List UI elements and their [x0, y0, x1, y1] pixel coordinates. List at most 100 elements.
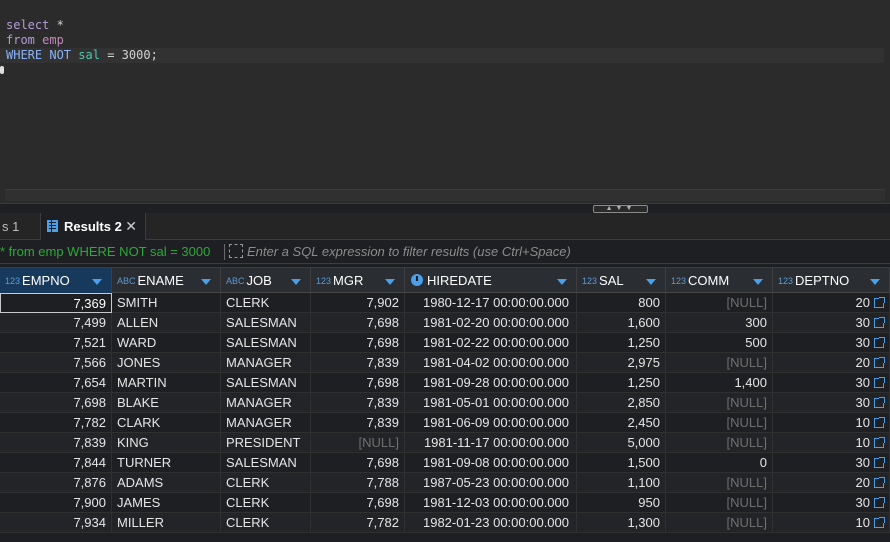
column-header-mgr[interactable]: 123 MGR: [311, 268, 405, 293]
table-cell-comm[interactable]: [NULL]: [666, 353, 773, 373]
table-cell-job[interactable]: CLERK: [221, 473, 311, 493]
table-cell-deptno[interactable]: 20: [773, 293, 890, 313]
table-cell-deptno[interactable]: 10: [773, 413, 890, 433]
table-cell-mgr[interactable]: 7,839: [311, 353, 405, 373]
table-cell-mgr[interactable]: 7,839: [311, 393, 405, 413]
open-reference-icon[interactable]: [874, 457, 885, 468]
sort-dropdown-icon[interactable]: [870, 279, 880, 285]
table-cell-deptno[interactable]: 20: [773, 353, 890, 373]
table-cell-comm[interactable]: [NULL]: [666, 473, 773, 493]
table-cell-hiredate[interactable]: 1981-02-22 00:00:00.000: [405, 333, 577, 353]
table-cell-job[interactable]: CLERK: [221, 513, 311, 533]
table-cell-job[interactable]: PRESIDENT: [221, 433, 311, 453]
open-reference-icon[interactable]: [874, 517, 885, 528]
table-cell-deptno[interactable]: 30: [773, 453, 890, 473]
table-cell-hiredate[interactable]: 1981-09-08 00:00:00.000: [405, 453, 577, 473]
table-cell-hiredate[interactable]: 1982-01-23 00:00:00.000: [405, 513, 577, 533]
filter-history-dropdown[interactable]: * from emp WHERE NOT sal = 3000: [0, 240, 224, 263]
open-reference-icon[interactable]: [874, 497, 885, 508]
table-cell-comm[interactable]: [NULL]: [666, 293, 773, 313]
table-cell-deptno[interactable]: 20: [773, 473, 890, 493]
table-cell-mgr[interactable]: 7,788: [311, 473, 405, 493]
table-cell-empno[interactable]: 7,839: [0, 433, 112, 453]
table-cell-empno[interactable]: 7,934: [0, 513, 112, 533]
table-cell-empno[interactable]: 7,369: [0, 293, 112, 313]
table-cell-job[interactable]: SALESMAN: [221, 453, 311, 473]
table-cell-sal[interactable]: 5,000: [577, 433, 666, 453]
table-cell-comm[interactable]: 1,400: [666, 373, 773, 393]
sort-dropdown-icon[interactable]: [201, 279, 211, 285]
table-cell-sal[interactable]: 2,450: [577, 413, 666, 433]
table-cell-job[interactable]: CLERK: [221, 293, 311, 313]
sort-dropdown-icon[interactable]: [753, 279, 763, 285]
filter-expression-input[interactable]: [247, 240, 887, 263]
open-reference-icon[interactable]: [874, 477, 885, 488]
table-cell-hiredate[interactable]: 1981-05-01 00:00:00.000: [405, 393, 577, 413]
table-cell-sal[interactable]: 2,975: [577, 353, 666, 373]
table-cell-mgr[interactable]: 7,698: [311, 333, 405, 353]
column-header-job[interactable]: ABC JOB: [221, 268, 311, 293]
editor-horizontal-scrollbar[interactable]: [5, 189, 885, 201]
table-cell-deptno[interactable]: 30: [773, 493, 890, 513]
table-cell-sal[interactable]: 1,600: [577, 313, 666, 333]
table-cell-comm[interactable]: 300: [666, 313, 773, 333]
table-cell-hiredate[interactable]: 1981-02-20 00:00:00.000: [405, 313, 577, 333]
table-cell-ename[interactable]: SMITH: [112, 293, 221, 313]
table-cell-mgr[interactable]: 7,902: [311, 293, 405, 313]
table-cell-comm[interactable]: [NULL]: [666, 413, 773, 433]
table-row[interactable]: 7,566 JONES MANAGER 7,839 1981-04-02 00:00:0…: [0, 353, 890, 373]
table-cell-ename[interactable]: CLARK: [112, 413, 221, 433]
table-cell-empno[interactable]: 7,844: [0, 453, 112, 473]
table-cell-comm[interactable]: 0: [666, 453, 773, 473]
open-reference-icon[interactable]: [874, 337, 885, 348]
column-header-deptno[interactable]: 123 DEPTNO: [773, 268, 890, 293]
table-cell-hiredate[interactable]: 1981-04-02 00:00:00.000: [405, 353, 577, 373]
sql-code[interactable]: select * from emp WHERE NOT sal = 3000;: [0, 18, 884, 63]
open-reference-icon[interactable]: [874, 317, 885, 328]
table-cell-deptno[interactable]: 30: [773, 313, 890, 333]
table-cell-mgr[interactable]: 7,839: [311, 413, 405, 433]
open-reference-icon[interactable]: [874, 397, 885, 408]
table-cell-sal[interactable]: 1,250: [577, 333, 666, 353]
table-cell-hiredate[interactable]: 1981-09-28 00:00:00.000: [405, 373, 577, 393]
sql-line-3[interactable]: WHERE NOT sal = 3000;: [0, 48, 884, 63]
table-row[interactable]: 7,698 BLAKE MANAGER 7,839 1981-05-01 00:00:0…: [0, 393, 890, 413]
table-cell-ename[interactable]: ALLEN: [112, 313, 221, 333]
table-cell-job[interactable]: MANAGER: [221, 413, 311, 433]
table-row[interactable]: 7,521 WARD SALESMAN 7,698 1981-02-22 00:00:0…: [0, 333, 890, 353]
table-cell-ename[interactable]: WARD: [112, 333, 221, 353]
table-cell-empno[interactable]: 7,900: [0, 493, 112, 513]
close-icon[interactable]: ✕: [125, 213, 137, 240]
table-cell-empno[interactable]: 7,654: [0, 373, 112, 393]
table-cell-sal[interactable]: 1,100: [577, 473, 666, 493]
table-cell-sal[interactable]: 950: [577, 493, 666, 513]
table-cell-hiredate[interactable]: 1980-12-17 00:00:00.000: [405, 293, 577, 313]
table-cell-deptno[interactable]: 30: [773, 393, 890, 413]
table-cell-empno[interactable]: 7,698: [0, 393, 112, 413]
table-cell-job[interactable]: CLERK: [221, 493, 311, 513]
table-row[interactable]: 7,900 JAMES CLERK 7,698 1981-12-03 00:00:00.…: [0, 493, 890, 513]
table-cell-comm[interactable]: [NULL]: [666, 433, 773, 453]
table-cell-comm[interactable]: [NULL]: [666, 393, 773, 413]
table-cell-hiredate[interactable]: 1981-11-17 00:00:00.000: [405, 433, 577, 453]
table-cell-ename[interactable]: TURNER: [112, 453, 221, 473]
table-cell-mgr[interactable]: 7,698: [311, 373, 405, 393]
table-cell-sal[interactable]: 2,850: [577, 393, 666, 413]
table-cell-empno[interactable]: 7,499: [0, 313, 112, 333]
table-row[interactable]: 7,844 TURNER SALESMAN 7,698 1981-09-08 00:00…: [0, 453, 890, 473]
open-reference-icon[interactable]: [874, 377, 885, 388]
table-cell-sal[interactable]: 1,300: [577, 513, 666, 533]
table-cell-job[interactable]: SALESMAN: [221, 333, 311, 353]
table-cell-hiredate[interactable]: 1981-12-03 00:00:00.000: [405, 493, 577, 513]
table-cell-comm[interactable]: [NULL]: [666, 513, 773, 533]
table-cell-ename[interactable]: BLAKE: [112, 393, 221, 413]
table-cell-job[interactable]: MANAGER: [221, 353, 311, 373]
column-header-comm[interactable]: 123 COMM: [666, 268, 773, 293]
table-cell-mgr[interactable]: 7,698: [311, 453, 405, 473]
sort-dropdown-icon[interactable]: [557, 279, 567, 285]
open-reference-icon[interactable]: [874, 357, 885, 368]
table-cell-hiredate[interactable]: 1987-05-23 00:00:00.000: [405, 473, 577, 493]
tab-results-2[interactable]: Results 2 ✕: [40, 213, 146, 240]
expand-filter-icon[interactable]: [229, 244, 243, 258]
table-cell-ename[interactable]: JAMES: [112, 493, 221, 513]
